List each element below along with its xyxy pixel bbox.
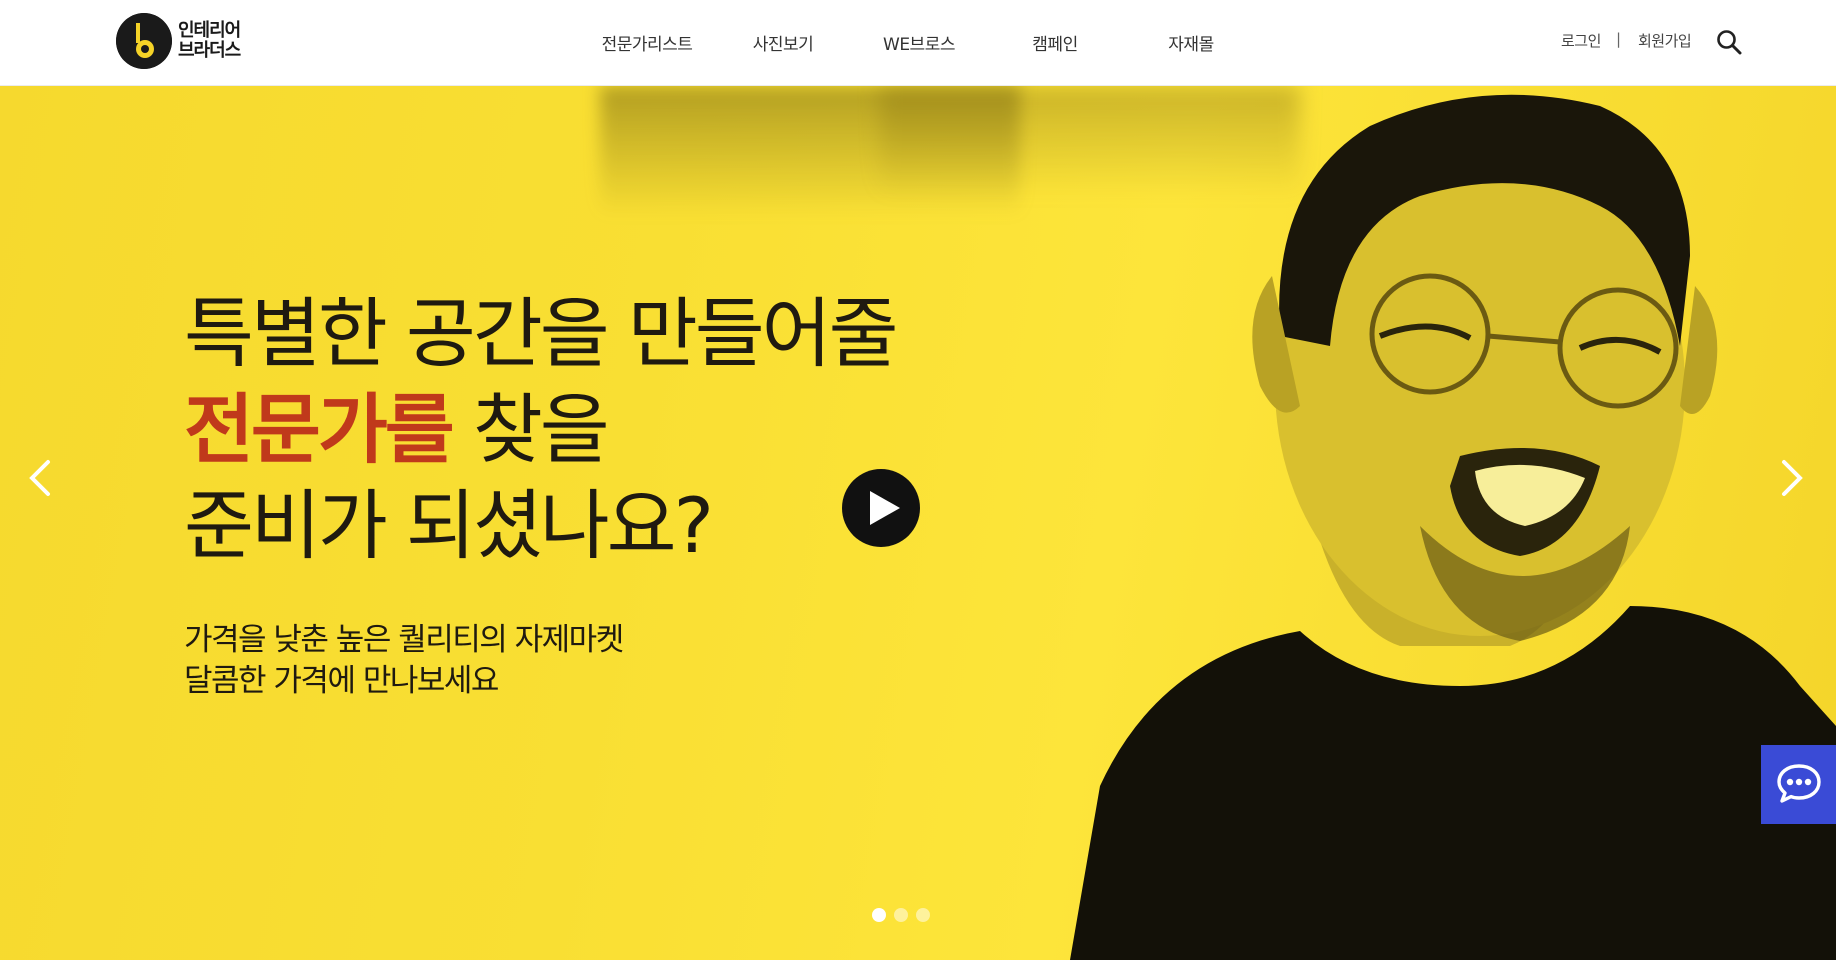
hero-headline-line2-rest: 찾을 — [451, 385, 610, 474]
hero-person-image — [1070, 94, 1836, 960]
carousel-next-button[interactable] — [1770, 448, 1810, 508]
nav-item-campaign[interactable]: 캠페인 — [1032, 30, 1078, 55]
search-icon[interactable] — [1716, 29, 1742, 55]
chat-button[interactable] — [1761, 745, 1836, 824]
nav-item-experts[interactable]: 전문가리스트 — [602, 30, 693, 55]
chevron-right-icon — [1782, 460, 1803, 496]
carousel-prev-button[interactable] — [22, 448, 62, 508]
nav-item-photos[interactable]: 사진보기 — [753, 30, 814, 55]
hero-headline: 특별한 공간을 만들어줄 전문가를 찾을 준비가 되셨나요? — [184, 286, 899, 574]
hero-subcopy-line2: 달콤한 가격에 만나보세요 — [184, 663, 499, 699]
login-link[interactable]: 로그인 — [1561, 30, 1601, 51]
signup-link[interactable]: 회원가입 — [1638, 30, 1692, 51]
hero-headline-accent: 전문가를 — [184, 385, 455, 474]
play-icon — [870, 491, 900, 525]
nav-item-webros[interactable]: WE브로스 — [883, 30, 955, 55]
util-separator: | — [1616, 30, 1621, 48]
nav-item-materials[interactable]: 자재몰 — [1168, 30, 1214, 55]
hero-subcopy: 가격을 낮춘 높은 퀄리티의 자제마켓 달콤한 가격에 만나보세요 — [184, 620, 624, 702]
hero-headline-line2: 전문가를 찾을 — [184, 382, 896, 478]
carousel-dot[interactable] — [916, 908, 930, 922]
play-video-button[interactable] — [842, 469, 920, 547]
carousel-pagination — [872, 908, 932, 924]
chat-icon — [1777, 764, 1821, 803]
hero-headline-line3: 준비가 되셨나요? — [184, 481, 714, 570]
hero-banner: 특별한 공간을 만들어줄 전문가를 찾을 준비가 되셨나요? 가격을 낮춘 높은… — [0, 86, 1836, 960]
chevron-left-icon — [29, 460, 50, 496]
hero-headline-line1: 특별한 공간을 만들어줄 — [184, 289, 899, 378]
site-header: 인테리어 브라더스 전문가리스트 사진보기 WE브로스 캠페인 자재몰 로그인 … — [0, 0, 1836, 86]
carousel-dot[interactable] — [894, 908, 908, 922]
hero-subcopy-line1: 가격을 낮춘 높은 퀄리티의 자제마켓 — [184, 622, 624, 658]
carousel-dot[interactable] — [872, 908, 886, 922]
